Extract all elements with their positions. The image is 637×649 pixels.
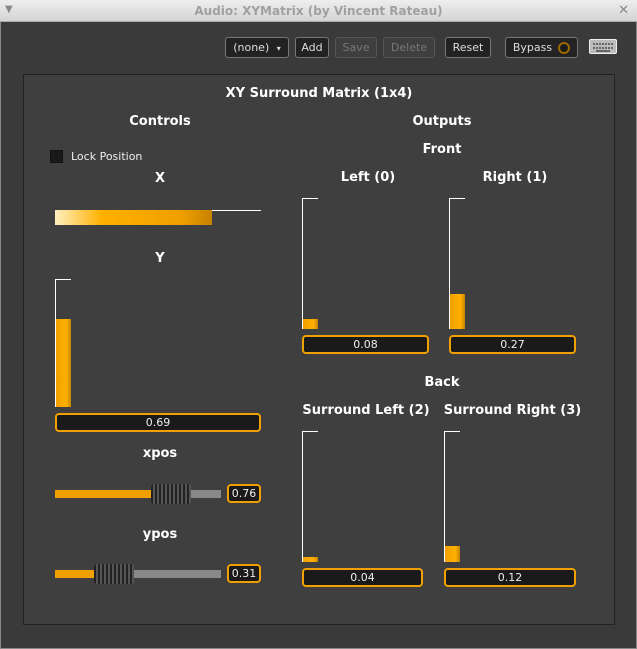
xpos-label: xpos (142, 446, 178, 461)
surround-right-label: Surround Right (3) (443, 403, 582, 418)
front-right-meter-fill (450, 294, 465, 329)
front-heading: Front (422, 142, 462, 157)
add-button[interactable]: Add (295, 37, 329, 58)
surround-right-meter-fill (445, 546, 460, 562)
front-left-meter-fill (303, 319, 318, 329)
chevron-down-icon: ▾ (276, 44, 281, 53)
ypos-label: ypos (142, 527, 178, 542)
front-left-value: 0.08 (302, 335, 429, 354)
surround-left-meter-fill (303, 557, 318, 562)
y-value[interactable]: 0.69 (55, 413, 261, 432)
bypass-led-icon (558, 42, 571, 54)
front-right-value: 0.27 (449, 335, 576, 354)
xpos-value[interactable]: 0.76 (227, 484, 261, 503)
controls-heading: Controls (129, 114, 191, 129)
back-heading: Back (424, 375, 460, 390)
xpos-slider-handle[interactable] (151, 484, 191, 504)
save-button[interactable]: Save (335, 37, 377, 58)
x-bar-fill (55, 210, 212, 225)
surround-left-value: 0.04 (302, 568, 423, 587)
x-label: X (154, 171, 166, 186)
y-bar-fill (56, 319, 71, 407)
surround-right-meter (444, 431, 460, 562)
front-left-label: Left (0) (340, 170, 396, 185)
outputs-heading: Outputs (412, 114, 472, 129)
window-title: Audio: XYMatrix (by Vincent Rateau) (194, 4, 443, 18)
title-bar: ▼ Audio: XYMatrix (by Vincent Rateau) ✕ (0, 0, 637, 22)
keyboard-icon[interactable] (589, 39, 617, 54)
front-right-meter (449, 198, 465, 329)
preset-dropdown[interactable]: (none) ▾ (225, 37, 289, 58)
preset-value: (none) (233, 41, 270, 54)
lock-position-label: Lock Position (71, 150, 143, 163)
surround-right-value: 0.12 (444, 568, 576, 587)
bypass-label: Bypass (512, 41, 553, 54)
close-icon[interactable]: ✕ (618, 3, 629, 18)
front-right-label: Right (1) (482, 170, 548, 185)
ypos-slider-handle[interactable] (94, 564, 134, 584)
ypos-value[interactable]: 0.31 (227, 564, 261, 583)
delete-button[interactable]: Delete (383, 37, 435, 58)
y-bar[interactable] (55, 279, 71, 407)
surround-left-meter (302, 431, 318, 562)
lock-position-checkbox[interactable] (50, 150, 63, 163)
bypass-button[interactable]: Bypass (505, 37, 578, 58)
reset-button[interactable]: Reset (445, 37, 491, 58)
plugin-title: XY Surround Matrix (1x4) (225, 86, 413, 101)
y-label: Y (155, 251, 165, 266)
front-left-meter (302, 198, 318, 329)
surround-left-label: Surround Left (2) (302, 403, 430, 418)
